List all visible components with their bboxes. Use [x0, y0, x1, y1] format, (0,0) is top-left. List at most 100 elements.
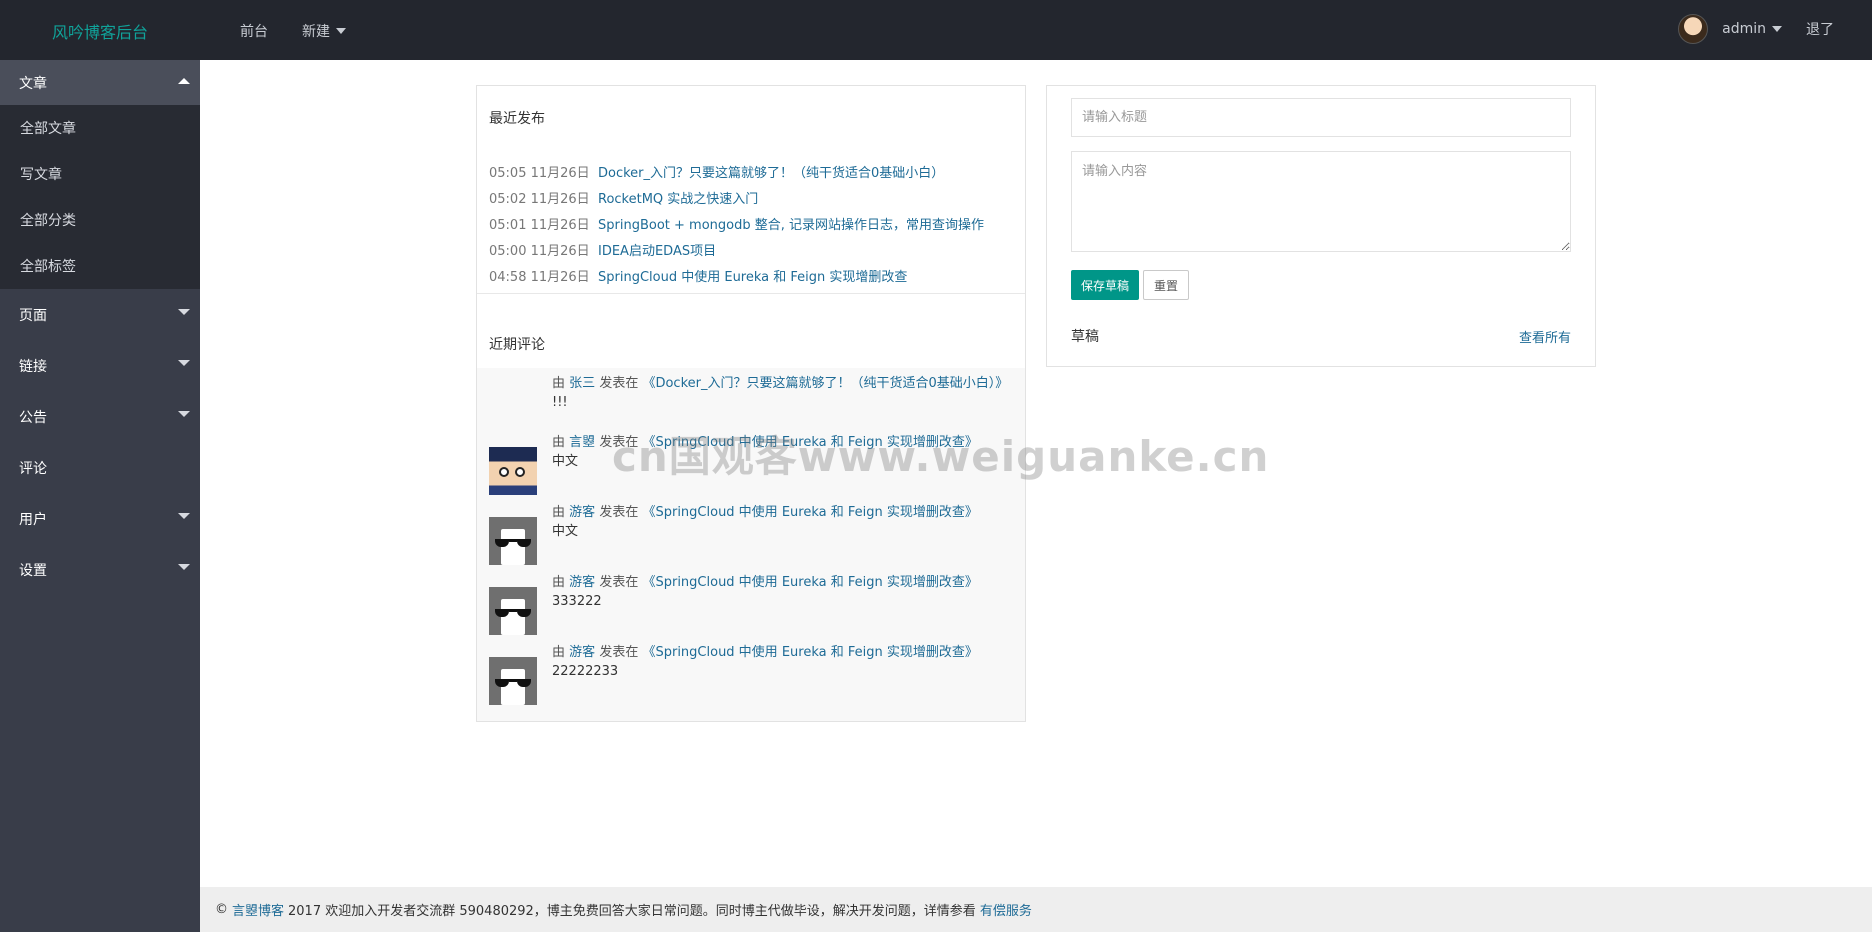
reset-button[interactable]: 重置 — [1143, 270, 1189, 300]
comment-meta: 由 张三 发表在 《Docker_入门？只要这篇就够了！（纯干货适合0基础小白）… — [552, 374, 1008, 393]
posted-label: 发表在 — [599, 645, 639, 660]
posted-label: 发表在 — [599, 435, 639, 450]
user-menu[interactable]: admin — [1722, 21, 1782, 37]
sunglasses-cat-avatar — [489, 587, 537, 635]
recent-panel: 最近发布 05:05 11月26日 Docker_入门？只要这篇就够了！（纯干货适… — [476, 85, 1026, 722]
nav-frontend[interactable]: 前台 — [240, 21, 268, 41]
recent-posts-title: 最近发布 — [489, 111, 545, 127]
comment-author-link[interactable]: 游客 — [569, 575, 595, 590]
chevron-down-icon — [1772, 26, 1782, 32]
recent-comments-list: 由 张三 发表在 《Docker_入门？只要这篇就够了！（纯干货适合0基础小白）… — [477, 368, 1025, 721]
comment-author-link[interactable]: 游客 — [569, 645, 595, 660]
by-label: 由 — [552, 376, 566, 391]
comment-item: 由 游客 发表在 《SpringCloud 中使用 Eureka 和 Feign… — [489, 567, 1019, 637]
chevron-down-icon — [178, 360, 190, 366]
top-header: 风吟博客后台 前台 新建 admin 退了 — [0, 0, 1872, 60]
post-time: 05:05 11月26日 — [489, 165, 590, 181]
lens-shape — [517, 679, 531, 687]
draft-content-textarea[interactable] — [1071, 151, 1571, 252]
posted-label: 发表在 — [599, 376, 639, 391]
chevron-down-icon — [336, 28, 346, 34]
post-link[interactable]: SpringBoot + mongodb 整合, 记录网站操作日志，常用查询操作 — [598, 214, 984, 233]
chevron-up-icon — [178, 78, 190, 84]
post-link[interactable]: RocketMQ 实战之快速入门 — [598, 188, 758, 207]
comment-content: 中文 — [552, 524, 579, 539]
post-time: 05:02 11月26日 — [489, 191, 590, 207]
comment-article-link[interactable]: 《SpringCloud 中使用 Eureka 和 Feign 实现增删改查》 — [642, 505, 977, 520]
post-link[interactable]: Docker_入门？只要这篇就够了！（纯干货适合0基础小白） — [598, 162, 944, 181]
sidebar-item-pages[interactable]: 页面 — [0, 289, 200, 340]
sidebar-subitem-all-tags[interactable]: 全部标签 — [0, 243, 200, 289]
list-item: 05:05 11月26日 Docker_入门？只要这篇就够了！（纯干货适合0基础小… — [489, 158, 984, 184]
copyright-symbol: © — [215, 902, 228, 917]
list-item: 05:01 11月26日 SpringBoot + mongodb 整合, 记录网… — [489, 210, 984, 236]
view-all-drafts-link[interactable]: 查看所有 — [1519, 327, 1571, 346]
main-content: 最近发布 05:05 11月26日 Docker_入门？只要这篇就够了！（纯干货适… — [200, 60, 1872, 887]
chevron-down-icon — [178, 309, 190, 315]
bridge-shape — [509, 539, 517, 542]
comment-content: 中文 — [552, 454, 579, 469]
comment-author-link[interactable]: 游客 — [569, 505, 595, 520]
anime-avatar — [489, 447, 537, 495]
comment-meta: 由 游客 发表在 《SpringCloud 中使用 Eureka 和 Feign… — [552, 573, 978, 592]
comment-content: 22222233 — [552, 664, 619, 679]
footer: © 言曌博客 2017 欢迎加入开发者交流群 590480292，博主免费回答大… — [200, 887, 1872, 932]
comment-body: 由 游客 发表在 《SpringCloud 中使用 Eureka 和 Feign… — [552, 643, 978, 681]
post-link[interactable]: SpringCloud 中使用 Eureka 和 Feign 实现增删改查 — [598, 266, 907, 285]
comment-author-link[interactable]: 言曌 — [569, 435, 595, 450]
post-time: 05:01 11月26日 — [489, 217, 590, 233]
chevron-down-icon — [178, 564, 190, 570]
sidebar-item-label: 链接 — [19, 358, 47, 375]
sidebar-item-label: 评论 — [19, 460, 47, 477]
by-label: 由 — [552, 435, 566, 450]
by-label: 由 — [552, 505, 566, 520]
comment-body: 由 游客 发表在 《SpringCloud 中使用 Eureka 和 Feign… — [552, 573, 978, 611]
nav-new-dropdown[interactable]: 新建 — [302, 21, 346, 41]
sidebar-subitem-write-article[interactable]: 写文章 — [0, 151, 200, 197]
sidebar: 文章 全部文章 写文章 全部分类 全部标签 页面 链接 公告 评论 用户 设置 — [0, 60, 200, 932]
posted-label: 发表在 — [599, 505, 639, 520]
logout-link[interactable]: 退了 — [1806, 19, 1834, 39]
sidebar-item-comments[interactable]: 评论 — [0, 442, 200, 493]
comment-article-link[interactable]: 《Docker_入门？只要这篇就够了！（纯干货适合0基础小白）》 — [642, 376, 1008, 391]
sidebar-item-settings[interactable]: 设置 — [0, 544, 200, 595]
footer-site-link[interactable]: 言曌博客 — [232, 900, 284, 919]
comment-article-link[interactable]: 《SpringCloud 中使用 Eureka 和 Feign 实现增删改查》 — [642, 575, 977, 590]
recent-comments-title: 近期评论 — [489, 337, 545, 353]
comment-body: 由 张三 发表在 《Docker_入门？只要这篇就够了！（纯干货适合0基础小白）… — [552, 374, 1008, 412]
brand-logo[interactable]: 风吟博客后台 — [52, 19, 148, 43]
face-shape — [501, 599, 525, 635]
sunglasses-cat-avatar — [489, 517, 537, 565]
divider — [477, 293, 1025, 294]
posted-label: 发表在 — [599, 575, 639, 590]
post-time: 05:00 11月26日 — [489, 243, 590, 259]
comment-article-link[interactable]: 《SpringCloud 中使用 Eureka 和 Feign 实现增删改查》 — [642, 435, 977, 450]
sidebar-item-links[interactable]: 链接 — [0, 340, 200, 391]
sidebar-item-label: 设置 — [19, 562, 47, 579]
save-draft-button[interactable]: 保存草稿 — [1071, 270, 1139, 300]
sidebar-item-articles[interactable]: 文章 — [0, 60, 200, 105]
comment-item: 由 游客 发表在 《SpringCloud 中使用 Eureka 和 Feign… — [489, 637, 1019, 707]
sidebar-item-label: 用户 — [19, 511, 47, 528]
eye-shape — [515, 467, 525, 477]
user-avatar[interactable] — [1678, 14, 1709, 44]
sidebar-subitem-all-categories[interactable]: 全部分类 — [0, 197, 200, 243]
user-name: admin — [1722, 21, 1766, 37]
comment-item: 由 游客 发表在 《SpringCloud 中使用 Eureka 和 Feign… — [489, 497, 1019, 567]
sidebar-item-users[interactable]: 用户 — [0, 493, 200, 544]
footer-service-link[interactable]: 有偿服务 — [980, 900, 1032, 919]
comment-body: 由 游客 发表在 《SpringCloud 中使用 Eureka 和 Feign… — [552, 503, 978, 541]
comment-meta: 由 游客 发表在 《SpringCloud 中使用 Eureka 和 Feign… — [552, 643, 978, 662]
draft-title-input[interactable] — [1071, 98, 1571, 137]
comment-author-link[interactable]: 张三 — [569, 376, 595, 391]
post-link[interactable]: IDEA启动EDAS项目 — [598, 240, 716, 259]
comment-content: 333222 — [552, 594, 602, 609]
comment-article-link[interactable]: 《SpringCloud 中使用 Eureka 和 Feign 实现增删改查》 — [642, 645, 977, 660]
by-label: 由 — [552, 575, 566, 590]
comment-meta: 由 言曌 发表在 《SpringCloud 中使用 Eureka 和 Feign… — [552, 433, 978, 452]
sidebar-subitem-all-articles[interactable]: 全部文章 — [0, 105, 200, 151]
sunglasses-cat-avatar — [489, 657, 537, 705]
recent-posts-list: 05:05 11月26日 Docker_入门？只要这篇就够了！（纯干货适合0基础小… — [489, 158, 984, 288]
sidebar-item-notices[interactable]: 公告 — [0, 391, 200, 442]
sidebar-item-label: 页面 — [19, 307, 47, 324]
